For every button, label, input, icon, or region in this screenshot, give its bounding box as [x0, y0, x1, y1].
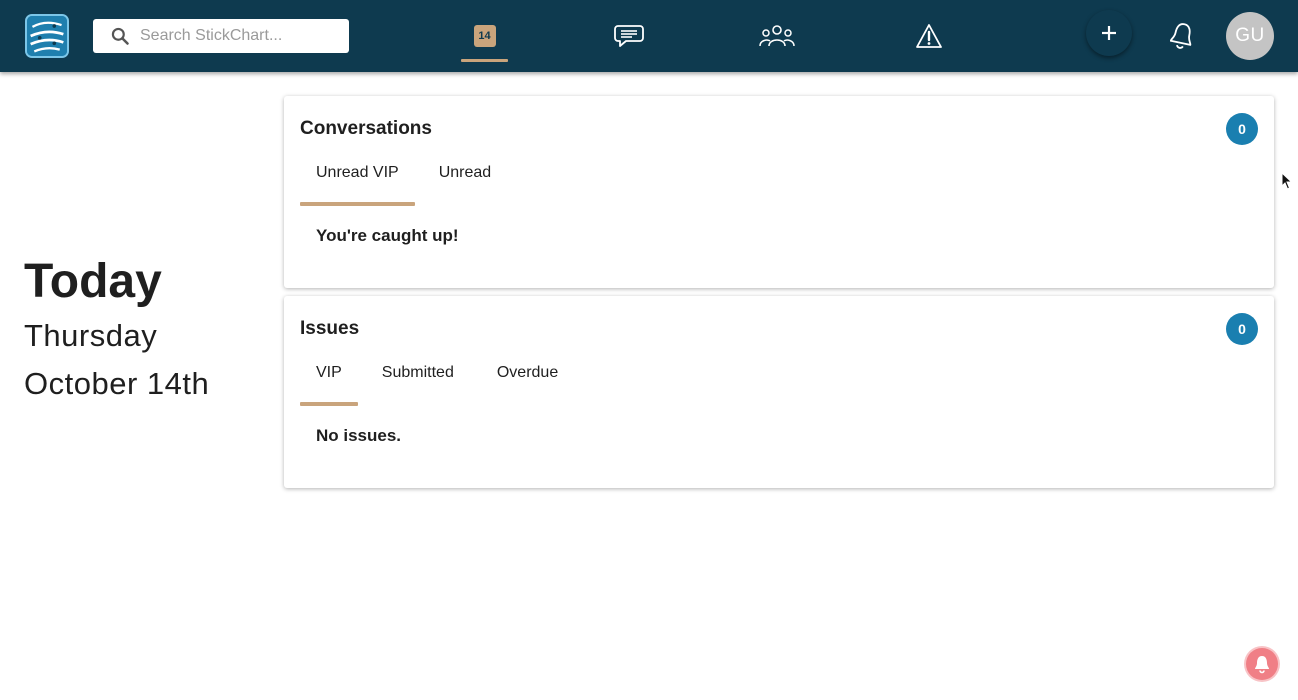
date-label: October 14th	[24, 366, 210, 401]
stickchart-logo-icon[interactable]	[25, 14, 69, 58]
today-heading: Today	[24, 255, 162, 308]
nav-tab-people[interactable]	[754, 14, 800, 62]
conversations-card: Conversations 0 Unread VIP Unread You're…	[284, 96, 1274, 288]
issues-tabs: VIP Submitted Overdue	[300, 356, 574, 406]
date-panel: Today Thursday October 14th	[24, 252, 209, 408]
notifications-button[interactable]	[1168, 20, 1196, 52]
tab-submitted[interactable]: Submitted	[366, 356, 470, 406]
calendar-icon: 14	[473, 25, 496, 47]
nav-tab-conversations[interactable]	[606, 14, 652, 62]
warning-icon	[916, 24, 942, 48]
conversations-count: 0	[1238, 121, 1246, 137]
conversations-tabs: Unread VIP Unread	[300, 156, 507, 206]
mouse-cursor-icon	[1281, 172, 1293, 190]
tab-overdue[interactable]: Overdue	[481, 356, 574, 406]
help-button[interactable]	[1246, 648, 1278, 680]
issues-count: 0	[1238, 321, 1246, 337]
calendar-day-number: 14	[478, 30, 491, 42]
create-new-button[interactable]	[1086, 10, 1132, 56]
tab-unread[interactable]: Unread	[423, 156, 507, 206]
nav-tab-calendar[interactable]: 14	[461, 14, 508, 62]
avatar-initials: GU	[1235, 25, 1265, 46]
conversations-empty-message: You're caught up!	[316, 226, 459, 245]
issues-empty-message: No issues.	[316, 426, 402, 445]
conversations-title: Conversations	[300, 118, 432, 139]
people-icon	[759, 25, 795, 47]
tab-vip[interactable]: VIP	[300, 356, 358, 406]
search-box[interactable]	[93, 19, 349, 53]
weekday-label: Thursday	[24, 318, 158, 353]
issues-card: Issues 0 VIP Submitted Overdue No issues…	[284, 296, 1274, 488]
user-avatar[interactable]: GU	[1226, 12, 1274, 60]
search-input[interactable]	[140, 27, 330, 45]
issues-count-badge: 0	[1226, 313, 1258, 345]
chat-icon	[614, 25, 644, 47]
tab-unread-vip[interactable]: Unread VIP	[300, 156, 415, 206]
plus-icon	[1102, 26, 1116, 40]
issues-title: Issues	[300, 318, 360, 339]
nav-tab-issues[interactable]	[906, 14, 952, 62]
search-icon	[111, 27, 129, 45]
top-navigation-bar: 14	[0, 0, 1298, 72]
conversations-count-badge: 0	[1226, 113, 1258, 145]
bell-icon	[1170, 23, 1192, 49]
bell-icon	[1255, 656, 1269, 674]
